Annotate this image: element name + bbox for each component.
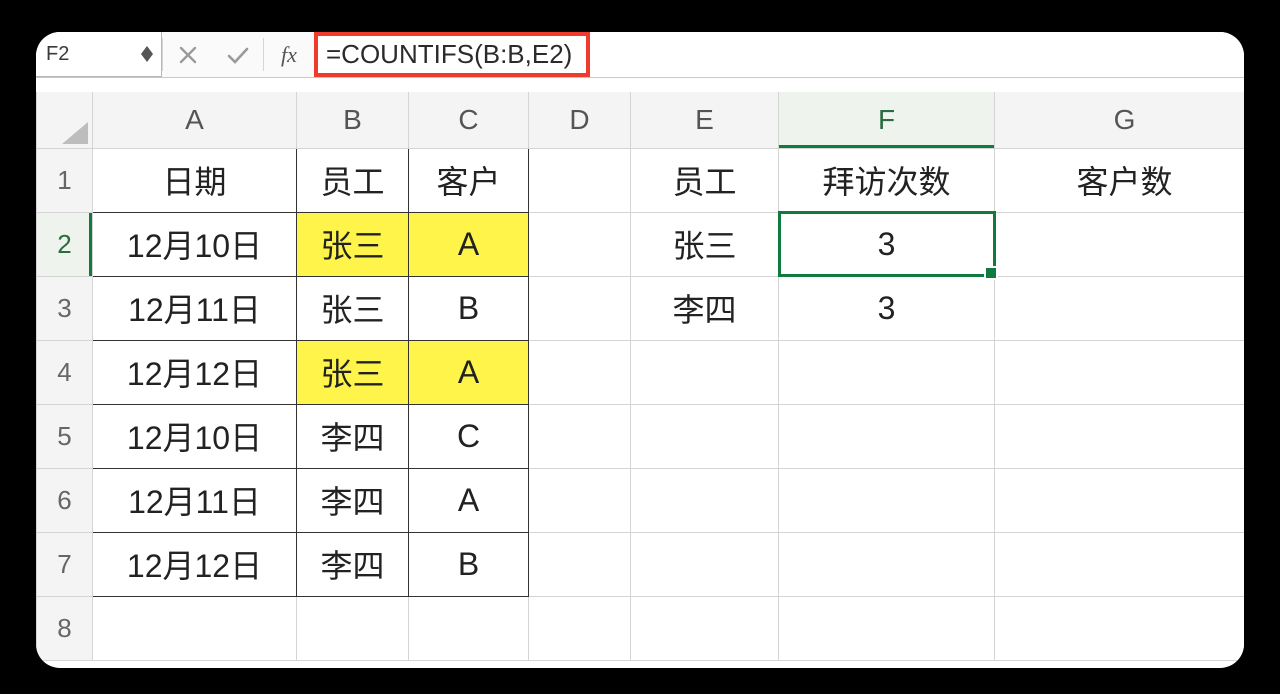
cell[interactable] <box>631 404 779 468</box>
check-icon <box>226 45 250 65</box>
grid-table: A B C D E F G 1 日期 员工 客户 员工 <box>36 92 1244 661</box>
cell[interactable] <box>529 404 631 468</box>
cell[interactable]: B <box>409 276 529 340</box>
table-row: 4 12月12日 张三 A <box>37 340 1245 404</box>
table-row: 3 12月11日 张三 B 李四 3 <box>37 276 1245 340</box>
cell[interactable]: 12月12日 <box>93 340 297 404</box>
cell[interactable]: 12月10日 <box>93 404 297 468</box>
chevron-down-icon <box>141 54 153 62</box>
name-box-stepper[interactable] <box>141 46 153 62</box>
selected-cell-F2[interactable]: 3 <box>779 212 995 276</box>
cell[interactable]: C <box>409 404 529 468</box>
cell[interactable] <box>529 340 631 404</box>
cell[interactable] <box>995 596 1245 660</box>
cell[interactable]: 日期 <box>93 148 297 212</box>
cell[interactable] <box>631 596 779 660</box>
row-header-2[interactable]: 2 <box>37 212 93 276</box>
cell[interactable] <box>529 148 631 212</box>
cell[interactable] <box>779 340 995 404</box>
formula-highlight-box: =COUNTIFS(B:B,E2) <box>314 32 590 77</box>
formula-text: =COUNTIFS(B:B,E2) <box>326 39 572 70</box>
table-row: 8 <box>37 596 1245 660</box>
col-header-B[interactable]: B <box>297 92 409 148</box>
cell[interactable]: 张三 <box>631 212 779 276</box>
close-icon <box>178 45 198 65</box>
cell[interactable] <box>631 468 779 532</box>
insert-function-button[interactable]: fx <box>264 32 314 77</box>
name-box-value: F2 <box>46 43 69 66</box>
cell[interactable] <box>529 532 631 596</box>
select-all-corner[interactable] <box>37 92 93 148</box>
cell[interactable] <box>631 340 779 404</box>
cell[interactable] <box>631 532 779 596</box>
cell[interactable] <box>995 404 1245 468</box>
col-header-A[interactable]: A <box>93 92 297 148</box>
cell[interactable] <box>995 340 1245 404</box>
table-row: 2 12月10日 张三 A 张三 3 <box>37 212 1245 276</box>
cell[interactable]: 客户数 <box>995 148 1245 212</box>
cell[interactable]: A <box>409 340 529 404</box>
cell[interactable]: 李四 <box>297 404 409 468</box>
cell[interactable] <box>779 404 995 468</box>
col-header-E[interactable]: E <box>631 92 779 148</box>
cell[interactable] <box>779 596 995 660</box>
row-header-4[interactable]: 4 <box>37 340 93 404</box>
cell[interactable]: 拜访次数 <box>779 148 995 212</box>
col-header-C[interactable]: C <box>409 92 529 148</box>
chevron-up-icon <box>141 46 153 54</box>
cell[interactable] <box>529 596 631 660</box>
cell[interactable] <box>409 596 529 660</box>
table-row: 1 日期 员工 客户 员工 拜访次数 客户数 <box>37 148 1245 212</box>
row-header-3[interactable]: 3 <box>37 276 93 340</box>
worksheet[interactable]: A B C D E F G 1 日期 员工 客户 员工 <box>36 92 1244 668</box>
col-header-D[interactable]: D <box>529 92 631 148</box>
cell[interactable] <box>995 212 1245 276</box>
cell[interactable]: 员工 <box>631 148 779 212</box>
cell[interactable] <box>529 212 631 276</box>
cell[interactable]: 张三 <box>297 340 409 404</box>
cell[interactable]: B <box>409 532 529 596</box>
row-header-6[interactable]: 6 <box>37 468 93 532</box>
cell[interactable]: 12月11日 <box>93 276 297 340</box>
cell[interactable]: 李四 <box>631 276 779 340</box>
cell[interactable]: 12月11日 <box>93 468 297 532</box>
cell[interactable]: 张三 <box>297 212 409 276</box>
row-header-1[interactable]: 1 <box>37 148 93 212</box>
cell[interactable] <box>529 468 631 532</box>
cell[interactable]: 客户 <box>409 148 529 212</box>
cell[interactable] <box>995 532 1245 596</box>
table-row: 6 12月11日 李四 A <box>37 468 1245 532</box>
row-header-8[interactable]: 8 <box>37 596 93 660</box>
col-header-F[interactable]: F <box>779 92 995 148</box>
cell[interactable]: 员工 <box>297 148 409 212</box>
table-row: 5 12月10日 李四 C <box>37 404 1245 468</box>
row-header-7[interactable]: 7 <box>37 532 93 596</box>
col-header-G[interactable]: G <box>995 92 1245 148</box>
row-header-5[interactable]: 5 <box>37 404 93 468</box>
cell[interactable]: A <box>409 468 529 532</box>
spreadsheet-window: F2 fx =COUNTIFS(B:B,E2) <box>36 32 1244 668</box>
cell[interactable] <box>779 468 995 532</box>
name-box[interactable]: F2 <box>36 32 162 77</box>
table-row: 7 12月12日 李四 B <box>37 532 1245 596</box>
cell[interactable] <box>93 596 297 660</box>
cell[interactable]: 李四 <box>297 468 409 532</box>
fx-label: fx <box>281 42 297 68</box>
cell[interactable]: 3 <box>779 276 995 340</box>
cell[interactable]: 李四 <box>297 532 409 596</box>
cell[interactable] <box>995 468 1245 532</box>
cell[interactable] <box>529 276 631 340</box>
cell[interactable] <box>995 276 1245 340</box>
cell[interactable] <box>779 532 995 596</box>
cell[interactable]: 12月12日 <box>93 532 297 596</box>
formula-confirm-button[interactable] <box>213 32 263 77</box>
cell[interactable]: 12月10日 <box>93 212 297 276</box>
formula-bar: F2 fx =COUNTIFS(B:B,E2) <box>36 32 1244 78</box>
formula-input[interactable]: =COUNTIFS(B:B,E2) <box>314 32 1244 77</box>
cell[interactable] <box>297 596 409 660</box>
formula-cancel-button[interactable] <box>163 32 213 77</box>
cell[interactable]: A <box>409 212 529 276</box>
cell[interactable]: 张三 <box>297 276 409 340</box>
